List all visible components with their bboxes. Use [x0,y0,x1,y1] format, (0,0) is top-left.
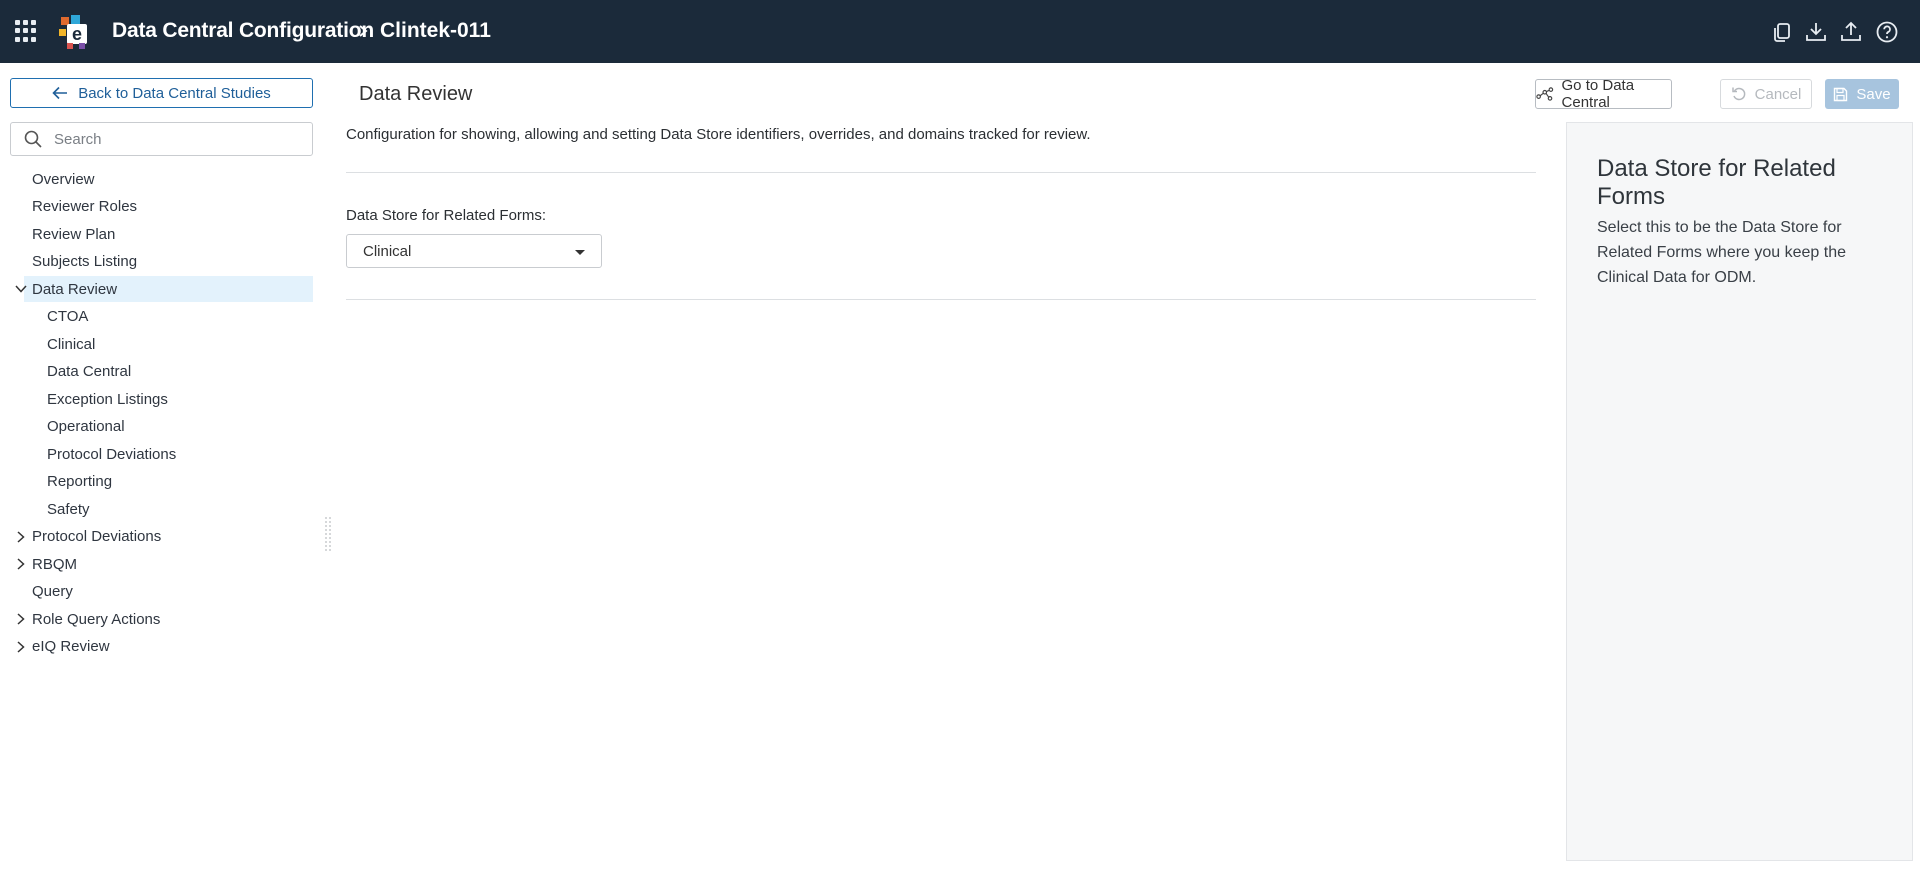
page-title: Data Review [359,83,473,105]
sidebar-item-label: Review Plan [32,225,116,243]
chevron-right-icon[interactable] [14,530,28,544]
sidebar-item-review-plan[interactable]: Review Plan [0,221,313,247]
top-header: e Data Central Configuration Clintek-011 [0,0,1920,63]
apps-grid-icon[interactable] [15,20,37,42]
sidebar-search[interactable] [10,122,313,156]
sidebar-item-ctoa[interactable]: CTOA [0,304,313,330]
sidebar-item-label: Clinical [47,335,96,353]
cancel-label: Cancel [1754,85,1802,103]
sidebar-item-label: Data Review [32,280,118,298]
sidebar-item-label: CTOA [47,308,89,325]
sidebar-item-reviewer-roles[interactable]: Reviewer Roles [0,194,313,220]
product-logo: e [59,15,87,49]
help-panel-text: Select this to be the Data Store for Rel… [1597,219,1847,286]
back-button-label: Back to Data Central Studies [78,84,271,102]
sidebar-item-operational[interactable]: Operational [0,414,313,440]
go-to-data-central-button[interactable]: Go to Data Central [1535,77,1672,111]
sidebar-item-label: Reporting [47,473,113,490]
breadcrumb-chevron-icon [359,25,368,37]
cancel-button[interactable]: Cancel [1720,79,1812,109]
sidebar-item-eiq-review[interactable]: eIQ Review [0,634,313,660]
save-button[interactable]: Save [1825,79,1899,109]
sidebar-item-label: Subjects Listing [32,253,138,270]
upload-icon[interactable] [1839,20,1863,44]
sidebar-item-rbqm[interactable]: RBQM [0,551,313,577]
sidebar-item-subjects-listing[interactable]: Subjects Listing [0,249,313,275]
data-store-field-label: Data Store for Related Forms: [346,207,547,224]
section-divider [346,172,1536,173]
sidebar-item-label: Protocol Deviations [47,445,177,463]
save-label: Save [1856,85,1891,103]
chevron-right-icon[interactable] [14,640,28,654]
chevron-right-icon[interactable] [14,612,28,626]
network-icon [1536,87,1554,101]
sidebar-item-label: Query [32,583,73,600]
chevron-right-icon[interactable] [14,557,28,571]
app-title: Data Central Configuration [112,19,374,42]
sidebar: Back to Data Central Studies Overview Rev… [0,63,331,879]
copy-icon[interactable] [1770,20,1794,44]
sidebar-item-label: Exception Listings [47,390,168,408]
sidebar-item-safety[interactable]: Safety [0,496,313,522]
data-store-select-value: Clinical [363,242,412,260]
sidebar-item-data-review[interactable]: Data Review [15,276,313,302]
sidebar-item-label: Safety [47,500,90,518]
back-to-studies-button[interactable]: Back to Data Central Studies [10,78,313,108]
download-icon[interactable] [1804,20,1828,44]
sidebar-item-label: Protocol Deviations [32,528,162,545]
sidebar-item-role-query-actions[interactable]: Role Query Actions [0,606,313,632]
study-name[interactable]: Clintek-011 [380,19,491,43]
sidebar-item-label: RBQM [32,555,77,573]
svg-text:e: e [72,24,82,44]
sidebar-item-label: Overview [32,170,95,188]
sidebar-item-query[interactable]: Query [0,579,313,605]
chevron-down-icon[interactable] [14,282,28,296]
sidebar-item-label: eIQ Review [32,638,110,655]
search-icon [24,130,42,148]
save-icon [1834,87,1848,101]
section-divider [346,299,1536,300]
sidebar-item-exception-listings[interactable]: Exception Listings [0,386,313,412]
panel-resize-handle[interactable] [324,515,332,555]
sidebar-item-protocol-deviations[interactable]: Protocol Deviations [0,524,313,550]
sidebar-item-clinical[interactable]: Clinical [0,331,313,357]
caret-down-icon [575,250,585,255]
help-panel-title: Data Store for Related Forms [1597,155,1836,210]
sidebar-item-data-central[interactable]: Data Central [0,359,313,385]
sidebar-item-label: Data Central [47,363,132,380]
sidebar-item-protocol-deviations[interactable]: Protocol Deviations [0,441,313,467]
help-icon[interactable] [1875,20,1899,44]
sidebar-item-label: Reviewer Roles [32,198,138,215]
help-panel: Data Store for Related Forms Select this… [1566,122,1913,861]
sidebar-item-overview[interactable]: Overview [0,166,313,192]
sidebar-item-label: Operational [47,418,125,435]
main-content: Data Review Go to Data Central Cancel Sa… [336,63,1920,879]
data-store-select[interactable]: Clinical [346,234,602,268]
undo-icon [1731,87,1745,101]
sidebar-item-reporting[interactable]: Reporting [0,469,313,495]
search-input[interactable] [54,130,294,148]
page-description: Configuration for showing, allowing and … [346,126,1091,143]
go-to-data-central-label: Go to Data Central [1561,77,1635,111]
arrow-left-icon [52,86,68,100]
sidebar-item-label: Role Query Actions [32,610,161,628]
